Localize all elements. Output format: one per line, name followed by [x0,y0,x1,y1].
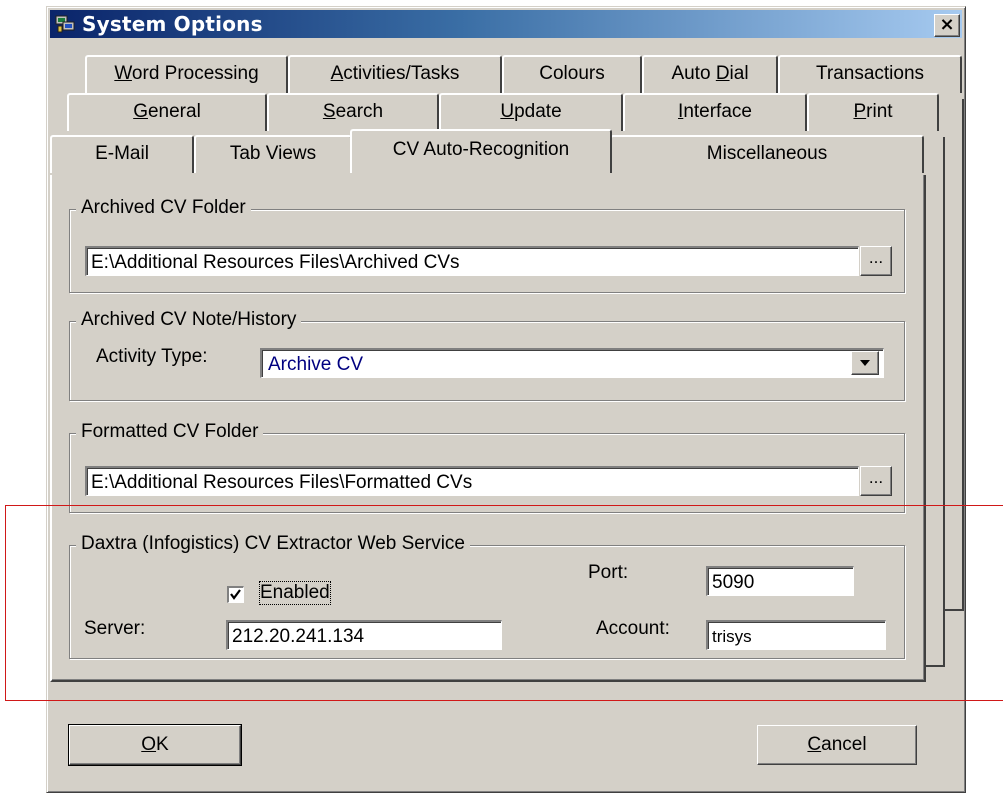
tab-label: Colours [539,63,605,84]
group-legend: Archived CV Folder [76,197,251,219]
activity-type-select[interactable]: Archive CV [260,348,884,378]
ok-button[interactable]: OK [68,724,242,766]
formatted-cv-folder-browse-button[interactable]: ... [860,466,892,496]
cancel-accel: C [807,734,822,755]
group-archived-cv-note-history: Archived CV Note/History Activity Type: … [69,309,905,401]
archived-cv-folder-browse-button[interactable]: ... [860,246,892,276]
tab-transactions[interactable]: Transactions [778,55,962,93]
tab-word-processing[interactable]: Word Processing [85,55,288,93]
app-icon [55,15,75,33]
ok-label: OK [141,734,169,755]
tab-label: ctivities/Tasks [343,63,460,84]
tab-label: Miscellaneous [706,143,828,164]
group-archived-cv-folder: Archived CV Folder E:\Additional Resourc… [69,197,905,293]
chevron-down-icon [860,360,870,366]
archived-cv-folder-input[interactable]: E:\Additional Resources Files\Archived C… [85,246,859,276]
tab-accel: W [114,63,132,84]
group-formatted-cv-folder: Formatted CV Folder E:\Additional Resour… [69,421,905,513]
activity-type-dropdown-button[interactable] [851,351,879,375]
tab-label: nterface [683,101,752,122]
tab-label: Transactions [815,63,925,84]
group-legend: Formatted CV Folder [76,421,264,443]
tab-label: CV Auto-Recognition [392,139,570,160]
title-bar[interactable]: System Options × [50,10,962,38]
tab-accel: A [330,63,344,84]
tab-tab-views[interactable]: Tab Views [194,135,352,173]
cancel-label: Cancel [807,734,867,755]
tab-accel: D [715,63,730,84]
group-legend: Archived CV Note/History [76,309,302,331]
tab-label: Auto [671,63,716,84]
tab-general[interactable]: General [67,93,267,131]
tab-activities-tasks[interactable]: Activities/Tasks [288,55,502,93]
window-title: System Options [82,12,263,36]
tab-label: Tab Views [229,143,317,164]
tab-interface[interactable]: Interface [623,93,807,131]
tab-colours[interactable]: Colours [502,55,642,93]
activity-type-label: Activity Type: [96,346,208,367]
ok-accel: O [141,734,157,755]
tab-label: eneral [147,101,201,122]
tab-print[interactable]: Print [807,93,939,131]
tab-miscellaneous[interactable]: Miscellaneous [610,135,924,173]
tab-auto-dial[interactable]: Auto Dial [642,55,778,93]
close-icon: × [939,14,955,35]
tab-label: ord Processing [131,63,259,84]
close-button[interactable]: × [934,14,960,37]
tab-accel: U [500,101,515,122]
activity-type-value: Archive CV [268,354,364,375]
highlight-frame [5,505,1003,701]
tab-label: pdate [514,101,562,122]
tab-label: earch [335,101,384,122]
tab-search[interactable]: Search [267,93,439,131]
tab-accel: G [133,101,148,122]
tab-accel: P [853,101,867,122]
tab-cv-auto-recognition[interactable]: CV Auto-Recognition [350,129,612,173]
cancel-button[interactable]: Cancel [757,725,917,765]
tab-accel: S [322,101,336,122]
tab-update[interactable]: Update [439,93,623,131]
tab-e-mail[interactable]: E-Mail [50,135,194,173]
formatted-cv-folder-input[interactable]: E:\Additional Resources Files\Formatted … [85,466,859,496]
tab-label: rint [866,101,893,122]
tab-label: E-Mail [95,143,149,164]
tab-label: ial [729,63,749,84]
